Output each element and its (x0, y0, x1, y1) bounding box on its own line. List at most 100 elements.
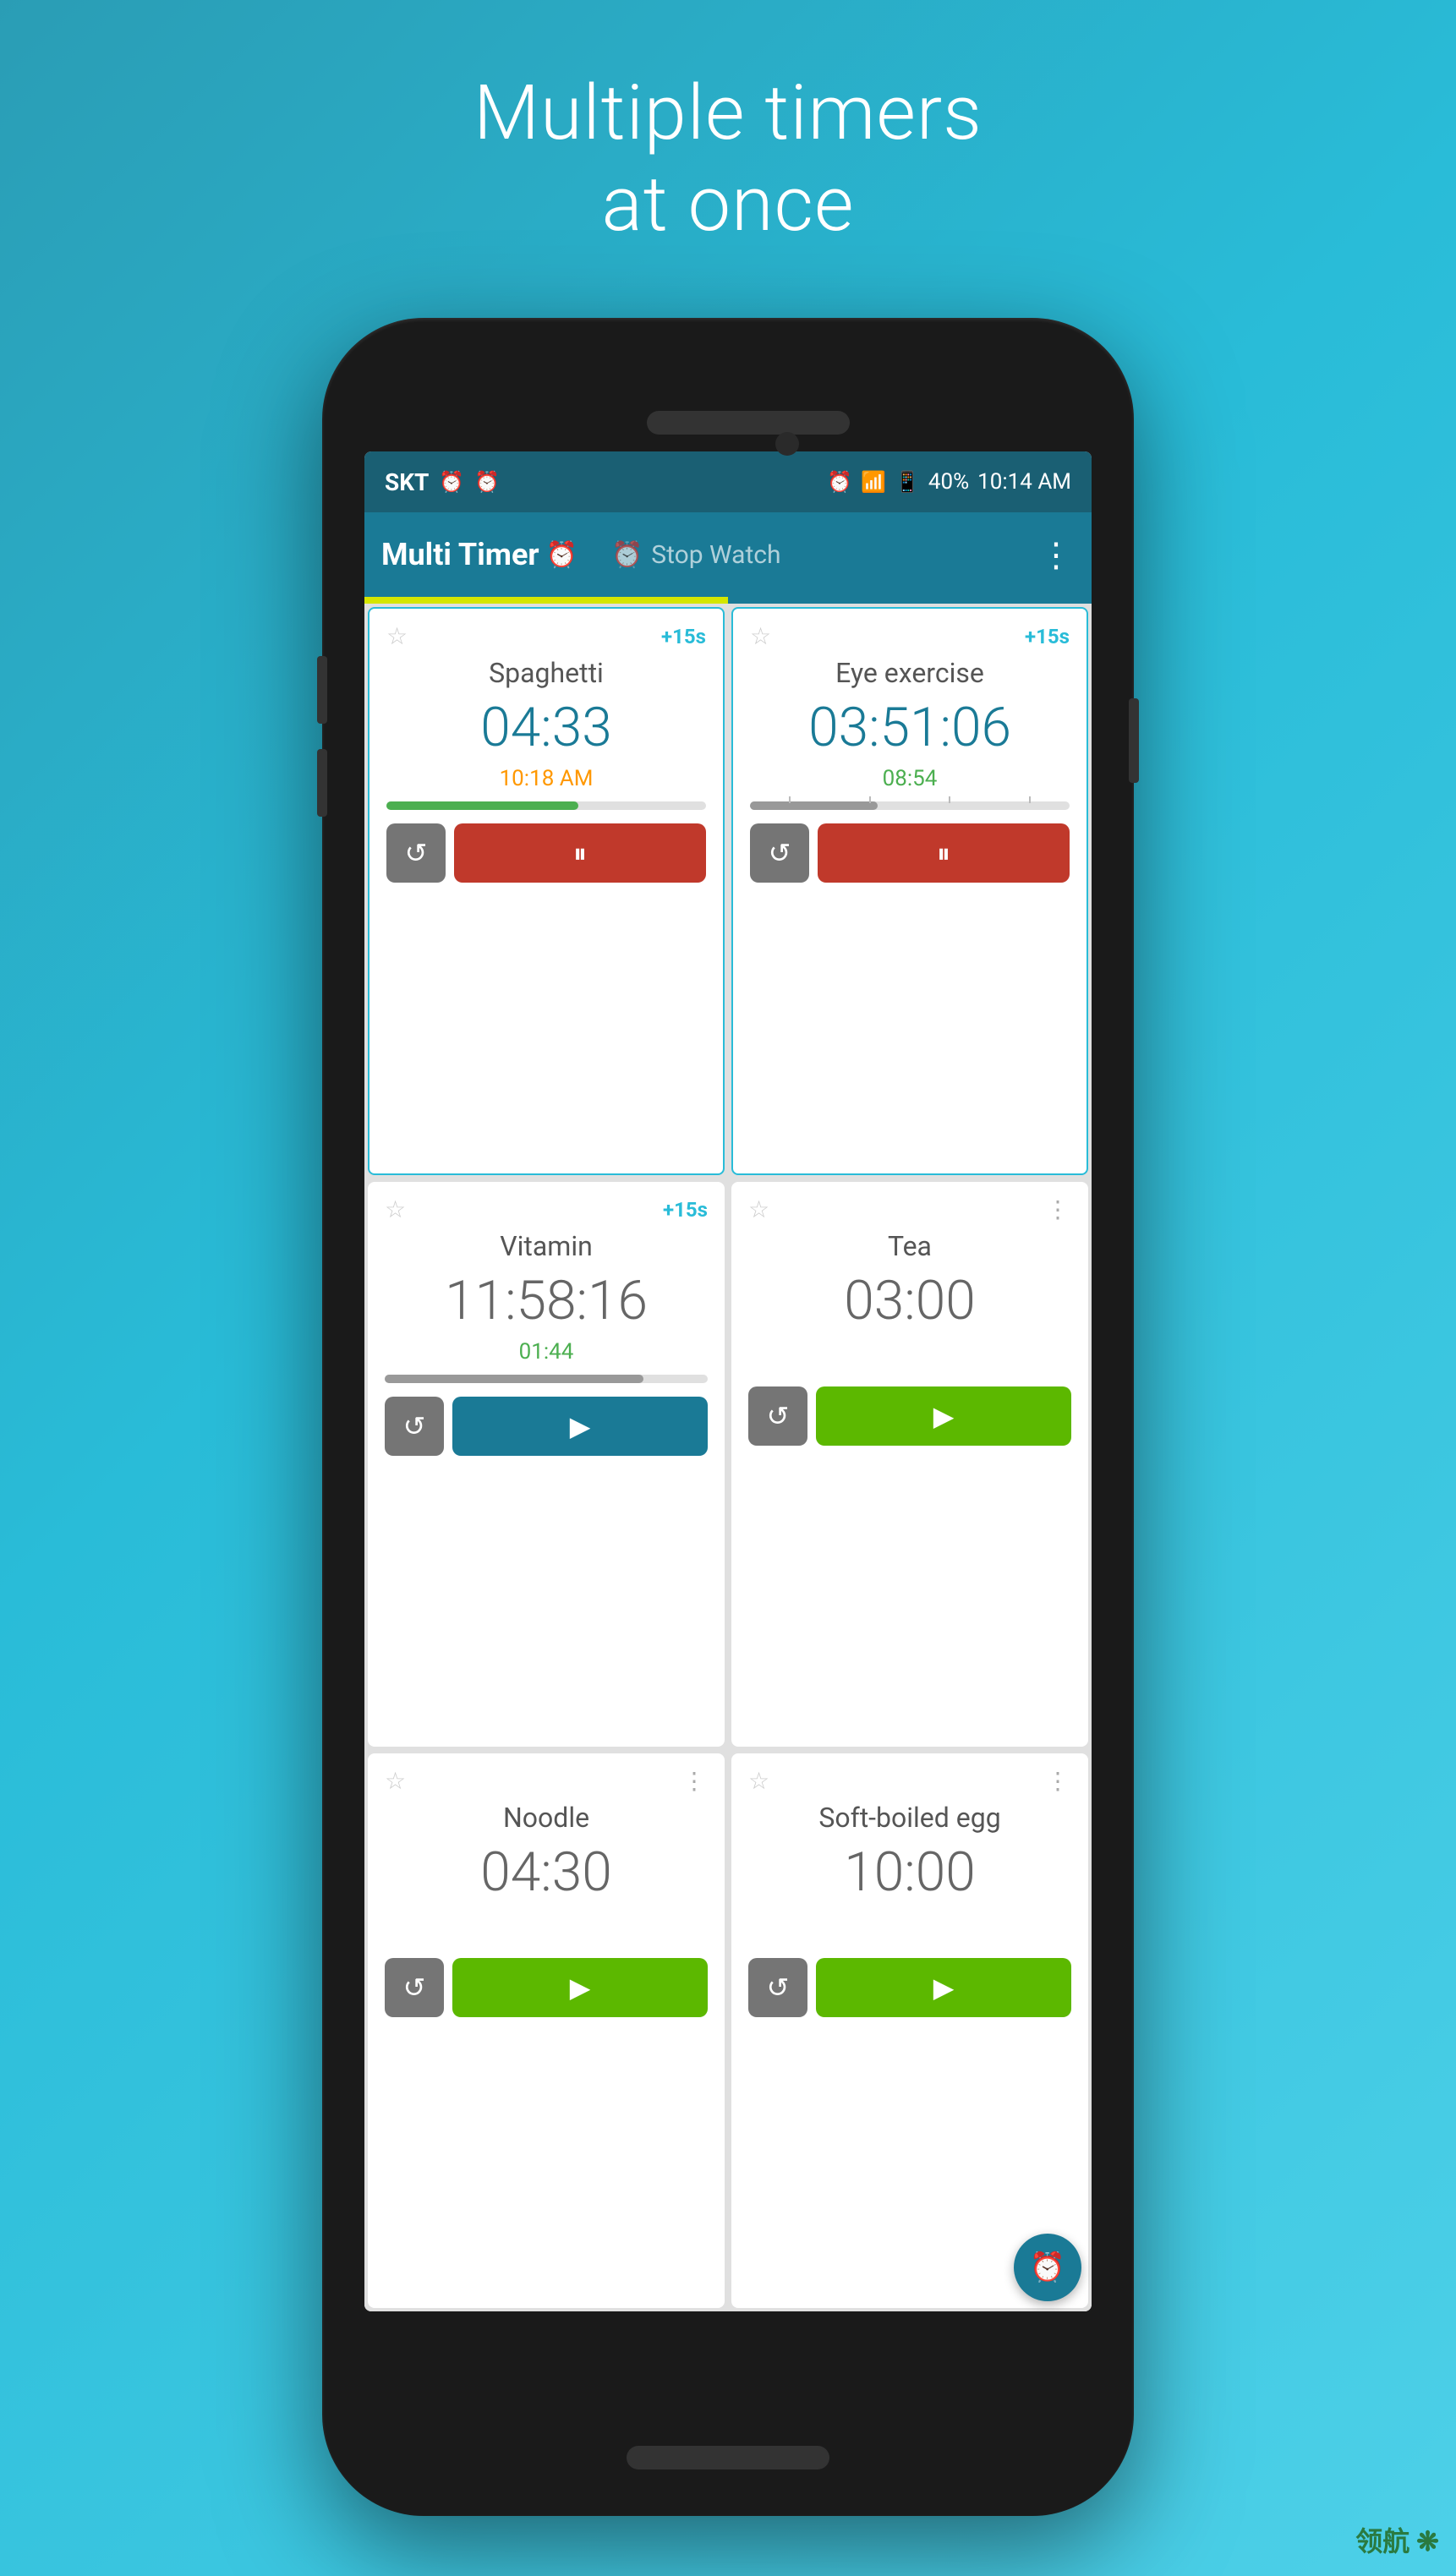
power-button[interactable] (1129, 698, 1139, 783)
reset-btn-vitamin[interactable]: ↺ (385, 1397, 444, 1456)
star-icon-noodle[interactable]: ☆ (385, 1767, 406, 1795)
progress-bar-eye-exercise (750, 801, 1070, 810)
timer-grid: ☆ +15s Spaghetti 04:33 10:18 AM ↺ ⏸ ☆ + (364, 604, 1092, 2311)
headline-line2: at once (473, 159, 983, 250)
timer-name-eye-exercise: Eye exercise (750, 657, 1070, 689)
pause-btn-spaghetti[interactable]: ⏸ (454, 823, 706, 883)
timer-time-soft-boiled-egg: 10:00 (748, 1840, 1071, 1904)
timer-time-noodle: 04:30 (385, 1840, 708, 1904)
headline-line1: Multiple timers (473, 68, 983, 159)
card-header-tea: ☆ ⋮ (748, 1195, 1071, 1223)
alarm-icon-1: ⏰ (439, 470, 464, 494)
stopwatch-icon: ⏰ (611, 540, 643, 570)
tab-stopwatch-label: Stop Watch (651, 540, 780, 570)
alarm-icon-3: ⏰ (827, 470, 852, 494)
timer-alarm-eye-exercise: 08:54 (750, 766, 1070, 791)
signal-icon: 📱 (895, 470, 920, 494)
progress-fill-spaghetti (386, 801, 578, 810)
status-left: SKT ⏰ ⏰ (385, 468, 500, 496)
add-timer-fab[interactable]: ⏰ (1014, 2234, 1081, 2301)
plus-btn-spaghetti[interactable]: +15s (661, 625, 706, 648)
timer-time-eye-exercise: 03:51:06 (750, 696, 1070, 759)
progress-markers (750, 796, 1070, 803)
progress-bar-vitamin (385, 1375, 708, 1383)
play-btn-tea[interactable]: ▶ (816, 1386, 1071, 1446)
star-icon-vitamin[interactable]: ☆ (385, 1195, 406, 1223)
plus-btn-eye-exercise[interactable]: +15s (1025, 625, 1070, 648)
phone-shell: SKT ⏰ ⏰ ⏰ 📶 📱 40% 10:14 AM Multi Timer ⏰… (322, 318, 1134, 2516)
volume-up-button[interactable] (317, 656, 327, 724)
menu-icon[interactable]: ⋮ (1039, 535, 1075, 575)
timer-alarm-vitamin: 01:44 (385, 1339, 708, 1365)
btn-row-eye-exercise: ↺ ⏸ (750, 823, 1070, 883)
battery-label: 40% (928, 469, 969, 495)
timer-name-vitamin: Vitamin (385, 1230, 708, 1262)
front-camera (775, 432, 799, 456)
star-icon-tea[interactable]: ☆ (748, 1195, 769, 1223)
app-clock-icon: ⏰ (546, 540, 577, 570)
timer-time-spaghetti: 04:33 (386, 696, 706, 759)
play-btn-soft-boiled-egg[interactable]: ▶ (816, 1958, 1071, 2017)
tab-indicator-inactive (728, 597, 1092, 604)
tab-indicator-active (364, 597, 728, 604)
reset-btn-eye-exercise[interactable]: ↺ (750, 823, 809, 883)
spacer-egg (748, 1911, 1071, 1933)
reset-btn-spaghetti[interactable]: ↺ (386, 823, 446, 883)
timer-card-soft-boiled-egg: ☆ ⋮ Soft-boiled egg 10:00 ↺ ▶ ⏰ (731, 1753, 1088, 2308)
carrier-label: SKT (385, 468, 429, 496)
play-btn-vitamin[interactable]: ▶ (452, 1397, 708, 1456)
dots-icon-tea[interactable]: ⋮ (1046, 1195, 1071, 1223)
star-icon-spaghetti[interactable]: ☆ (386, 622, 408, 650)
progress-fill-vitamin (385, 1375, 643, 1383)
timer-card-noodle: ☆ ⋮ Noodle 04:30 ↺ ▶ (368, 1753, 725, 2308)
timer-time-tea: 03:00 (748, 1269, 1071, 1332)
timer-name-noodle: Noodle (385, 1802, 708, 1834)
spacer2-tea (748, 1368, 1071, 1376)
spacer2-noodle (385, 1939, 708, 1948)
wifi-icon: 📶 (861, 470, 886, 494)
reset-btn-tea[interactable]: ↺ (748, 1386, 807, 1446)
btn-row-spaghetti: ↺ ⏸ (386, 823, 706, 883)
tab-stopwatch[interactable]: ⏰ Stop Watch (611, 540, 1039, 570)
timer-name-spaghetti: Spaghetti (386, 657, 706, 689)
timer-name-tea: Tea (748, 1230, 1071, 1262)
play-btn-noodle[interactable]: ▶ (452, 1958, 708, 2017)
spacer-noodle (385, 1911, 708, 1933)
watermark: 领航 ❋ (1355, 2520, 1439, 2559)
btn-row-tea: ↺ ▶ (748, 1386, 1071, 1446)
pause-btn-eye-exercise[interactable]: ⏸ (818, 823, 1070, 883)
btn-row-soft-boiled-egg: ↺ ▶ (748, 1958, 1071, 2017)
btn-row-vitamin: ↺ ▶ (385, 1397, 708, 1456)
timer-card-tea: ☆ ⋮ Tea 03:00 ↺ ▶ (731, 1182, 1088, 1747)
alarm-icon-2: ⏰ (474, 470, 500, 494)
dots-icon-noodle[interactable]: ⋮ (682, 1767, 708, 1795)
timer-card-vitamin: ☆ +15s Vitamin 11:58:16 01:44 ↺ ▶ (368, 1182, 725, 1747)
app-title: Multi Timer (381, 537, 539, 572)
speaker-bottom (627, 2446, 829, 2469)
timer-card-spaghetti: ☆ +15s Spaghetti 04:33 10:18 AM ↺ ⏸ (368, 607, 725, 1175)
status-right: ⏰ 📶 📱 40% 10:14 AM (827, 469, 1071, 495)
speaker-top (647, 411, 850, 435)
btn-row-noodle: ↺ ▶ (385, 1958, 708, 2017)
status-bar: SKT ⏰ ⏰ ⏰ 📶 📱 40% 10:14 AM (364, 451, 1092, 512)
card-header-spaghetti: ☆ +15s (386, 622, 706, 650)
star-icon-eye-exercise[interactable]: ☆ (750, 622, 771, 650)
plus-btn-vitamin[interactable]: +15s (663, 1198, 708, 1222)
reset-btn-soft-boiled-egg[interactable]: ↺ (748, 1958, 807, 2017)
screen: SKT ⏰ ⏰ ⏰ 📶 📱 40% 10:14 AM Multi Timer ⏰… (364, 451, 1092, 2311)
card-header-soft-boiled-egg: ☆ ⋮ (748, 1767, 1071, 1795)
timer-card-eye-exercise: ☆ +15s Eye exercise 03:51:06 08:54 (731, 607, 1088, 1175)
time-label: 10:14 AM (977, 469, 1071, 495)
timer-name-soft-boiled-egg: Soft-boiled egg (748, 1802, 1071, 1834)
headline: Multiple timers at once (473, 68, 983, 250)
progress-bar-spaghetti (386, 801, 706, 810)
timer-alarm-spaghetti: 10:18 AM (386, 766, 706, 791)
app-bar: Multi Timer ⏰ ⏰ Stop Watch ⋮ (364, 512, 1092, 597)
spacer-tea (748, 1339, 1071, 1361)
timer-time-vitamin: 11:58:16 (385, 1269, 708, 1332)
reset-btn-noodle[interactable]: ↺ (385, 1958, 444, 2017)
star-icon-soft-boiled-egg[interactable]: ☆ (748, 1767, 769, 1795)
dots-icon-soft-boiled-egg[interactable]: ⋮ (1046, 1767, 1071, 1795)
volume-down-button[interactable] (317, 749, 327, 817)
card-header-eye-exercise: ☆ +15s (750, 622, 1070, 650)
